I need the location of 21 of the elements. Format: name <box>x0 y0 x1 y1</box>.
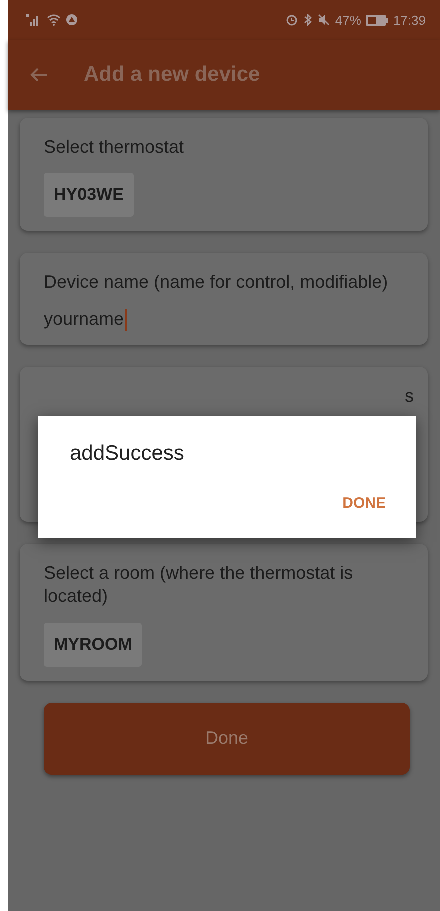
field-label: Device name (name for control, modifiable) <box>44 271 390 294</box>
dialog-message: addSuccess <box>70 442 186 466</box>
clock-time: 17:39 <box>393 12 426 28</box>
mute-icon <box>318 14 330 26</box>
selection-chip[interactable]: MYROOM <box>44 622 142 667</box>
field-label: Select thermostat <box>44 136 186 159</box>
page-title: Add a new device <box>84 63 260 87</box>
alarm-icon <box>286 14 298 26</box>
field-label: s <box>405 384 414 408</box>
wifi-icon <box>47 14 61 26</box>
input-field[interactable]: yourname <box>44 308 414 331</box>
battery-percent: 47% <box>335 12 362 28</box>
text-cursor <box>125 308 128 331</box>
bluetooth-icon <box>303 14 314 26</box>
selection-chip[interactable]: HY03WE <box>44 173 134 218</box>
status-icon <box>66 14 78 26</box>
done-button[interactable]: Done <box>44 702 410 775</box>
back-arrow-icon[interactable] <box>30 67 48 83</box>
field-label: Select a room (where the thermostat is located) <box>44 562 354 608</box>
battery-icon <box>366 14 388 26</box>
dialog-done-button[interactable]: DONE <box>342 495 386 512</box>
